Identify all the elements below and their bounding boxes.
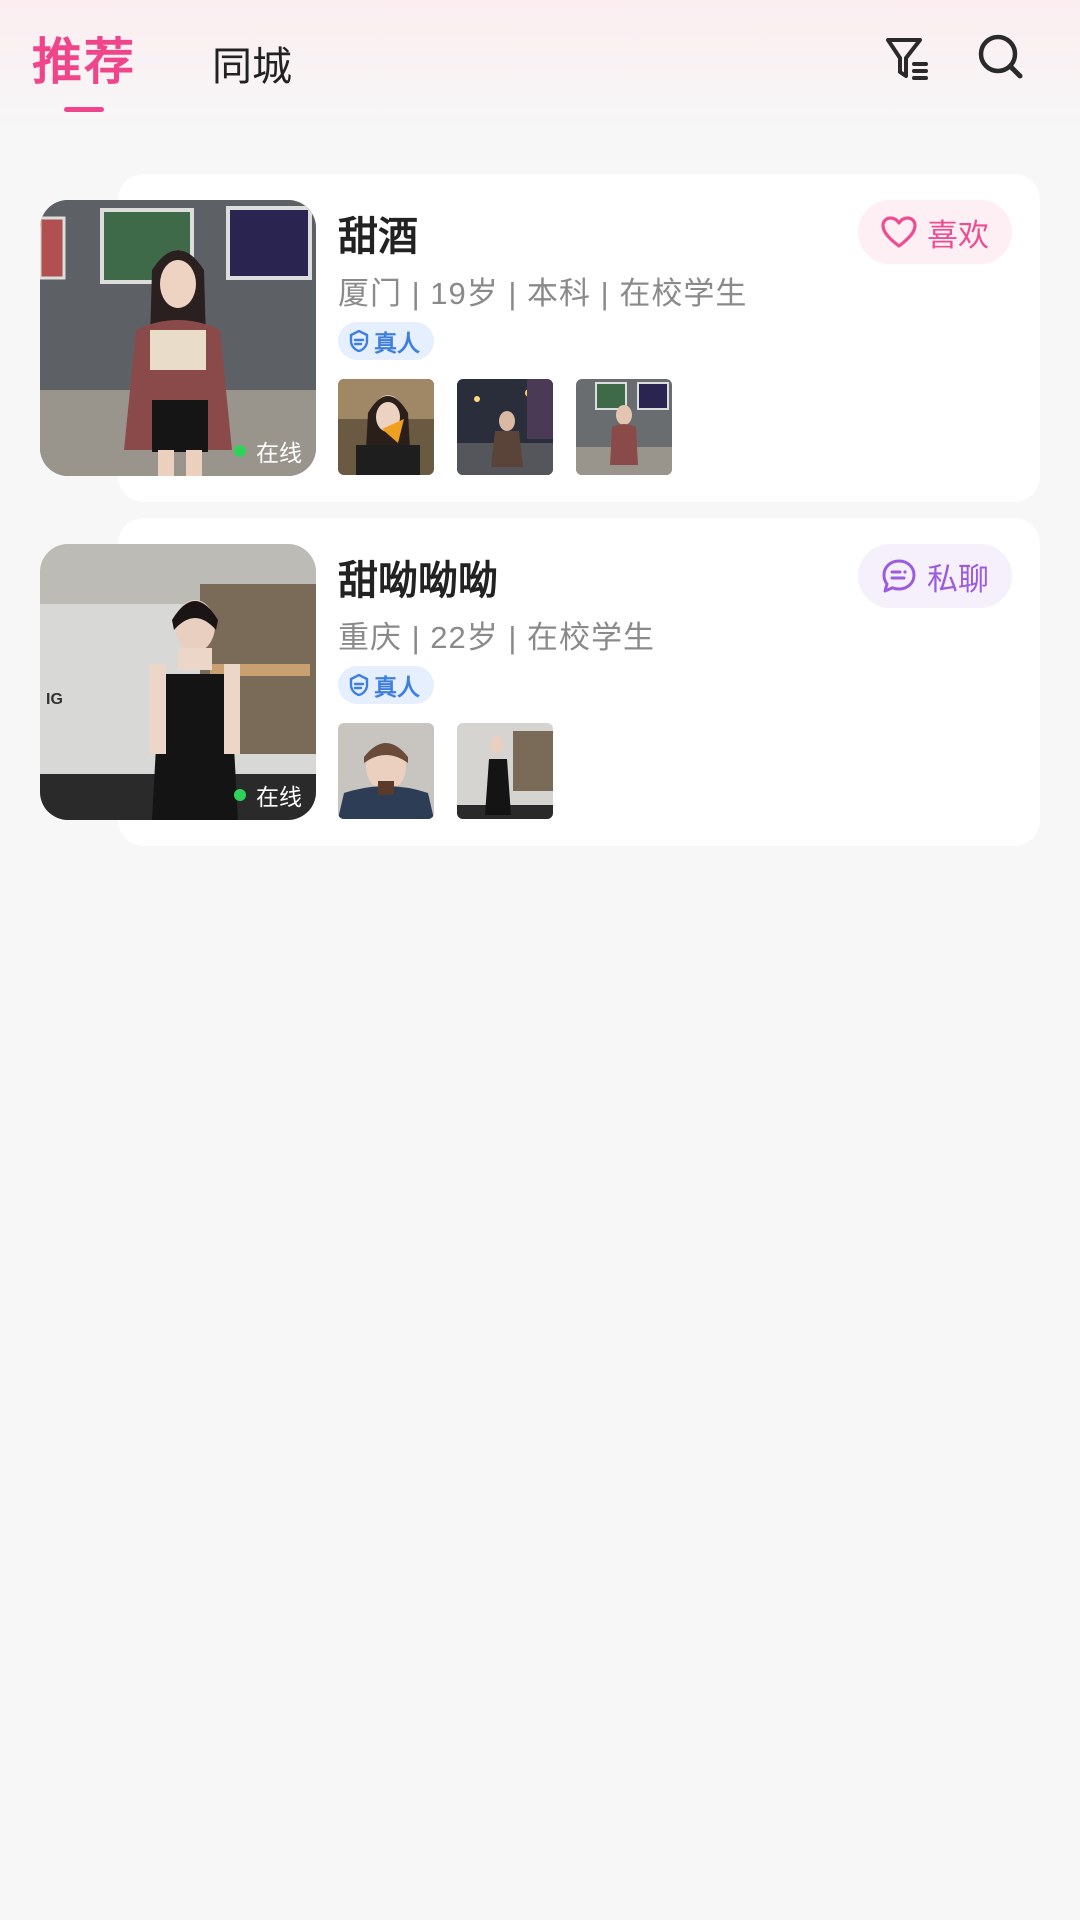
profile-name: 甜呦呦呦 [338, 559, 498, 603]
online-label: 在线 [256, 440, 302, 466]
verified-label: 真人 [374, 674, 420, 700]
tab-same-city[interactable]: 同城 [212, 34, 292, 92]
photo-thumbnail[interactable] [457, 723, 553, 819]
photo-thumbnail[interactable] [338, 379, 434, 475]
search-icon[interactable] [978, 34, 1024, 80]
online-dot [234, 445, 246, 457]
verified-label: 真人 [374, 330, 420, 356]
verified-badge: 真人 [338, 322, 434, 360]
chat-button[interactable]: 私聊 [858, 544, 1012, 608]
profile-avatar[interactable]: 在线 [40, 200, 316, 476]
svg-text:IG: IG [46, 691, 63, 708]
profile-avatar[interactable]: IG 在线 [40, 544, 316, 820]
photo-thumbnail[interactable] [457, 379, 553, 475]
verified-icon [349, 674, 369, 696]
profile-name: 甜酒 [338, 215, 418, 259]
photo-thumbnail[interactable] [576, 379, 672, 475]
tab-recommend[interactable]: 推荐 [32, 22, 136, 94]
heart-icon [881, 216, 917, 248]
photo-thumbnail[interactable] [338, 723, 434, 819]
verified-badge: 真人 [338, 666, 434, 704]
chat-icon [882, 559, 916, 593]
online-label: 在线 [256, 784, 302, 810]
chat-label: 私聊 [927, 561, 989, 597]
online-status: 在线 [234, 778, 302, 812]
verified-icon [349, 330, 369, 352]
profile-meta: 厦门 | 19岁 | 本科 | 在校学生 [338, 276, 748, 311]
online-dot [234, 789, 246, 801]
tab-active-indicator [64, 107, 104, 112]
online-status: 在线 [234, 434, 302, 468]
like-label: 喜欢 [927, 217, 989, 253]
filter-icon[interactable] [884, 34, 932, 82]
like-button[interactable]: 喜欢 [858, 200, 1012, 264]
profile-meta: 重庆 | 22岁 | 在校学生 [338, 620, 656, 655]
top-bar: 推荐 同城 [0, 0, 1080, 130]
